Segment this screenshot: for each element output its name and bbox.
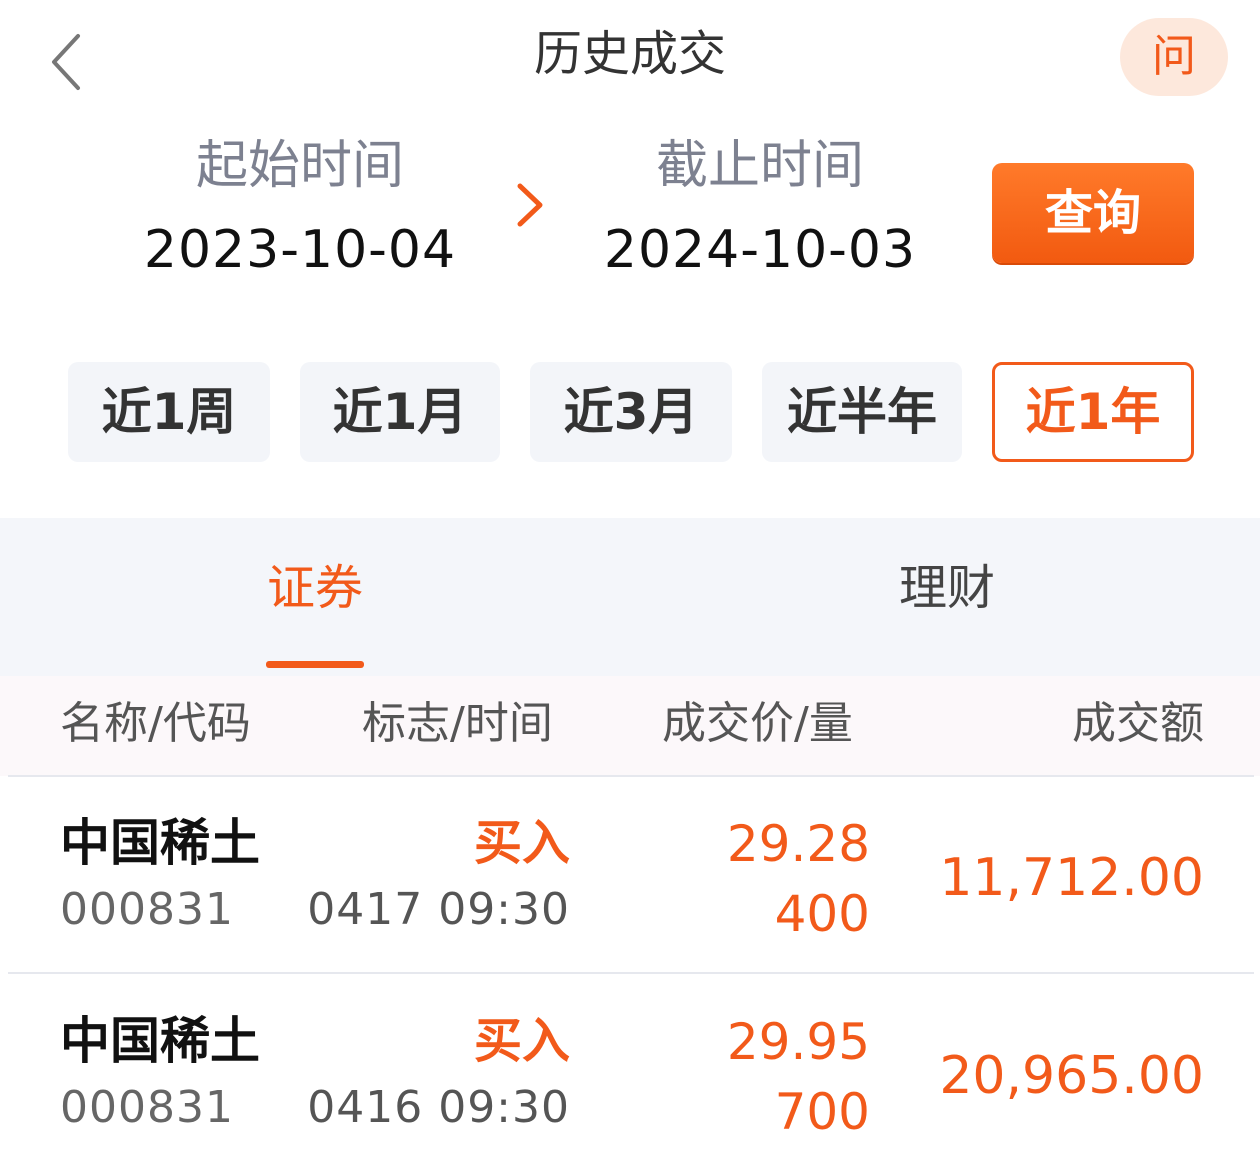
period-chip-1-month[interactable]: 近1月 [300,362,500,462]
table-header: 名称/代码 标志/时间 成交价/量 成交额 [0,676,1260,776]
end-date-label: 截止时间 [655,136,864,196]
trade-price: 29.28 [726,815,870,873]
chevron-right-icon [517,183,543,227]
trade-time: 0416 09:30 [307,1082,570,1133]
end-date-picker[interactable]: 截止时间 2024-10-03 [580,132,940,284]
period-chip-1-week[interactable]: 近1周 [68,362,270,462]
security-code: 000831 [60,884,234,935]
trade-amount: 11,712.00 [939,848,1204,908]
period-chip-3-months[interactable]: 近3月 [530,362,732,462]
end-date-value: 2024-10-03 [603,220,917,280]
column-header-name-code: 名称/代码 [60,698,251,749]
column-header-amount: 成交额 [1072,698,1204,749]
tab-securities[interactable]: 证券 [230,548,400,628]
trade-time: 0417 09:30 [307,884,570,935]
divider [8,775,1254,777]
period-chip-1-year[interactable]: 近1年 [992,362,1194,462]
column-header-price-quantity: 成交价/量 [662,698,853,749]
tab-bar: 证券 理财 [0,518,1260,676]
start-date-value: 2023-10-04 [143,220,457,280]
start-date-label: 起始时间 [195,136,404,196]
tab-wealth-management[interactable]: 理财 [862,548,1032,628]
active-tab-indicator [266,661,364,668]
security-name: 中国稀土 [60,1012,260,1070]
trade-side: 买入 [473,1013,570,1069]
trade-quantity: 400 [774,885,870,943]
start-date-picker[interactable]: 起始时间 2023-10-04 [120,132,480,284]
trade-amount: 20,965.00 [939,1046,1204,1106]
help-button[interactable]: 问 [1120,18,1228,96]
security-code: 000831 [60,1082,234,1133]
query-button[interactable]: 查询 [992,163,1194,263]
trade-price: 29.95 [726,1013,870,1071]
page-title: 历史成交 [533,26,726,82]
divider [8,972,1254,974]
trade-quantity: 700 [774,1083,870,1141]
column-header-side-time: 标志/时间 [362,698,553,749]
table-row[interactable]: 中国稀土 000831 买入 0417 09:30 29.28 400 11,7… [0,778,1260,974]
table-row[interactable]: 中国稀土 000831 买入 0416 09:30 29.95 700 20,9… [0,976,1260,1171]
period-chip-half-year[interactable]: 近半年 [762,362,962,462]
trade-side: 买入 [473,815,570,871]
security-name: 中国稀土 [60,814,260,872]
